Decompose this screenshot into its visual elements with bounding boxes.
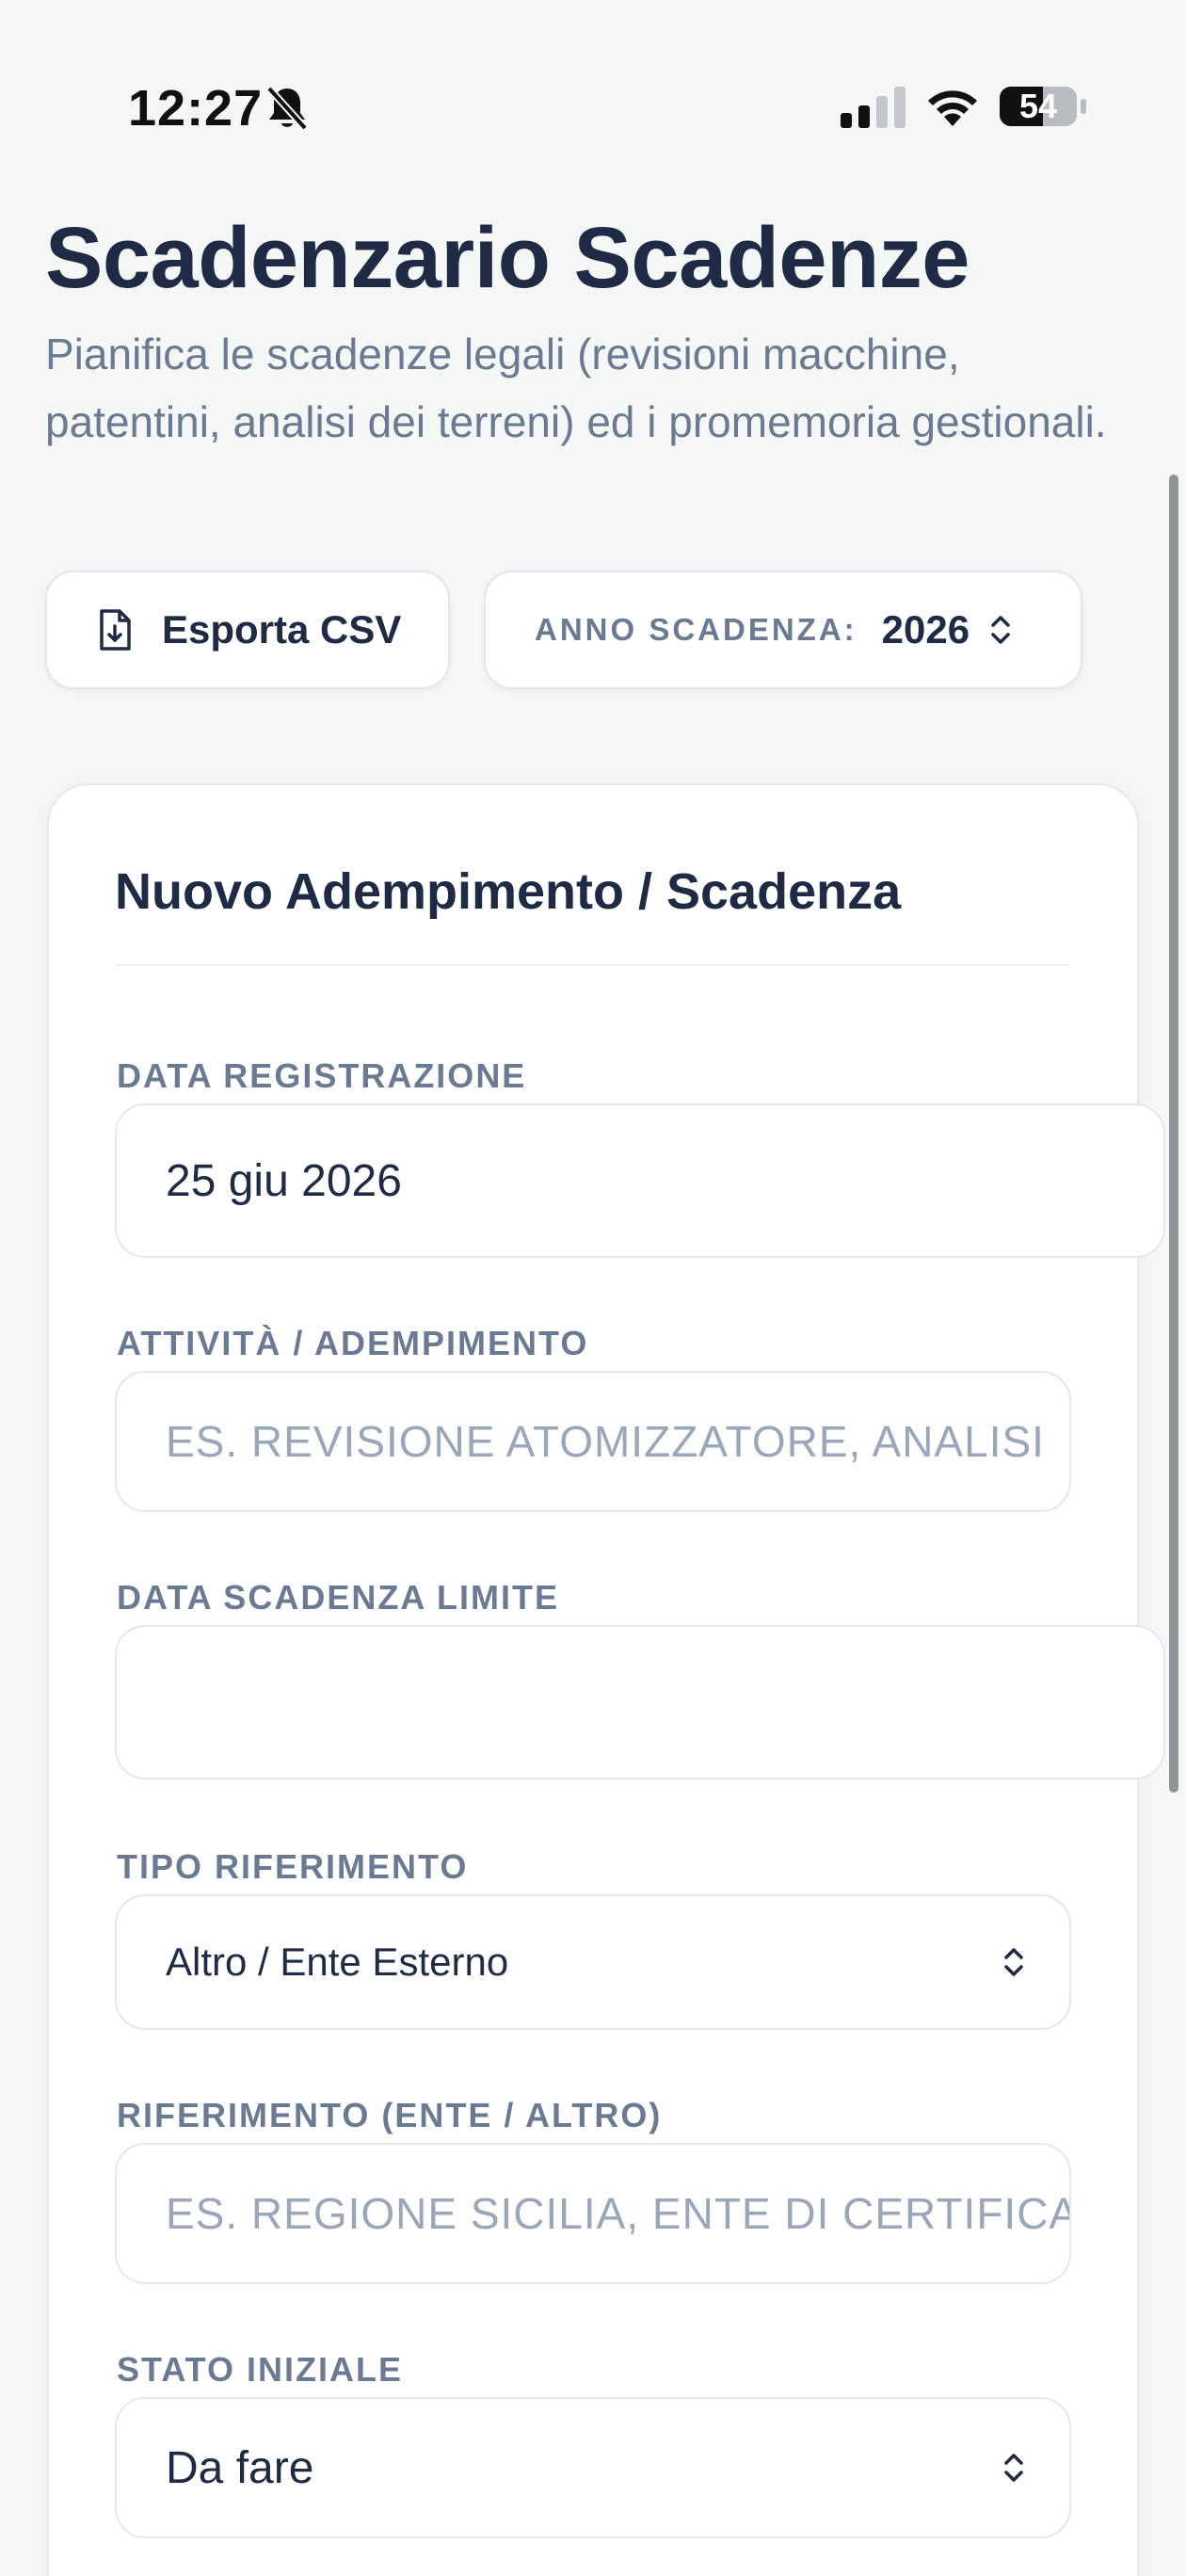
activity-input[interactable]: ES. REVISIONE ATOMIZZATORE, ANALISI <box>115 1371 1071 1512</box>
reference-input[interactable]: ES. REGIONE SICILIA, ENTE DI CERTIFICAZI… <box>115 2143 1071 2284</box>
page-subtitle: Pianifica le scadenze legali (revisioni … <box>45 330 1107 446</box>
initial-status-select[interactable]: Da fare <box>115 2397 1071 2538</box>
export-csv-button[interactable]: Esporta CSV <box>45 571 450 689</box>
registration-date-field[interactable]: 25 giu 2026 <box>115 1103 1165 1258</box>
activity-label: ATTIVITÀ / ADEMPIMENTO <box>117 1324 589 1362</box>
status-time: 12:27 <box>128 80 264 137</box>
status-bar: 12:27 54 <box>0 0 1186 217</box>
activity-placeholder: ES. REVISIONE ATOMIZZATORE, ANALISI <box>166 1417 1045 1466</box>
scrollbar[interactable] <box>1169 475 1178 1793</box>
export-csv-label: Esporta CSV <box>162 607 402 652</box>
initial-status-label: STATO INIZIALE <box>117 2350 403 2389</box>
page-title: Scadenzario Scadenze <box>45 210 970 306</box>
chevron-up-down-icon <box>991 616 1010 644</box>
bell-slash-icon <box>266 86 308 131</box>
card-divider <box>115 964 1069 966</box>
chevron-up-down-icon <box>1004 2454 1023 2482</box>
reference-type-select[interactable]: Altro / Ente Esterno <box>115 1894 1071 2030</box>
reference-label: RIFERIMENTO (ENTE / ALTRO) <box>117 2096 663 2134</box>
year-select-label: ANNO SCADENZA: <box>535 612 857 647</box>
battery-level: 54 <box>1018 87 1058 125</box>
card-title: Nuovo Adempimento / Scadenza <box>115 863 902 920</box>
reference-placeholder: ES. REGIONE SICILIA, ENTE DI CERTIFICAZI… <box>166 2189 1069 2238</box>
file-download-icon <box>100 609 131 651</box>
cellular-signal-icon <box>841 87 906 128</box>
reference-type-label: TIPO RIFERIMENTO <box>117 1847 469 1886</box>
due-date-field[interactable] <box>115 1625 1165 1779</box>
year-select[interactable]: ANNO SCADENZA: 2026 <box>484 571 1082 689</box>
due-date-label: DATA SCADENZA LIMITE <box>117 1578 559 1617</box>
wifi-icon <box>928 90 977 126</box>
chevron-up-down-icon <box>1004 1948 1023 1976</box>
registration-date-value: 25 giu 2026 <box>166 1155 402 1206</box>
registration-date-label: DATA REGISTRAZIONE <box>117 1056 527 1095</box>
reference-type-value: Altro / Ente Esterno <box>166 1940 509 1984</box>
page: 12:27 54 Scadenzario Scadenze Pianifica <box>0 0 1186 2576</box>
year-select-value: 2026 <box>881 607 970 652</box>
initial-status-value: Da fare <box>166 2442 314 2493</box>
